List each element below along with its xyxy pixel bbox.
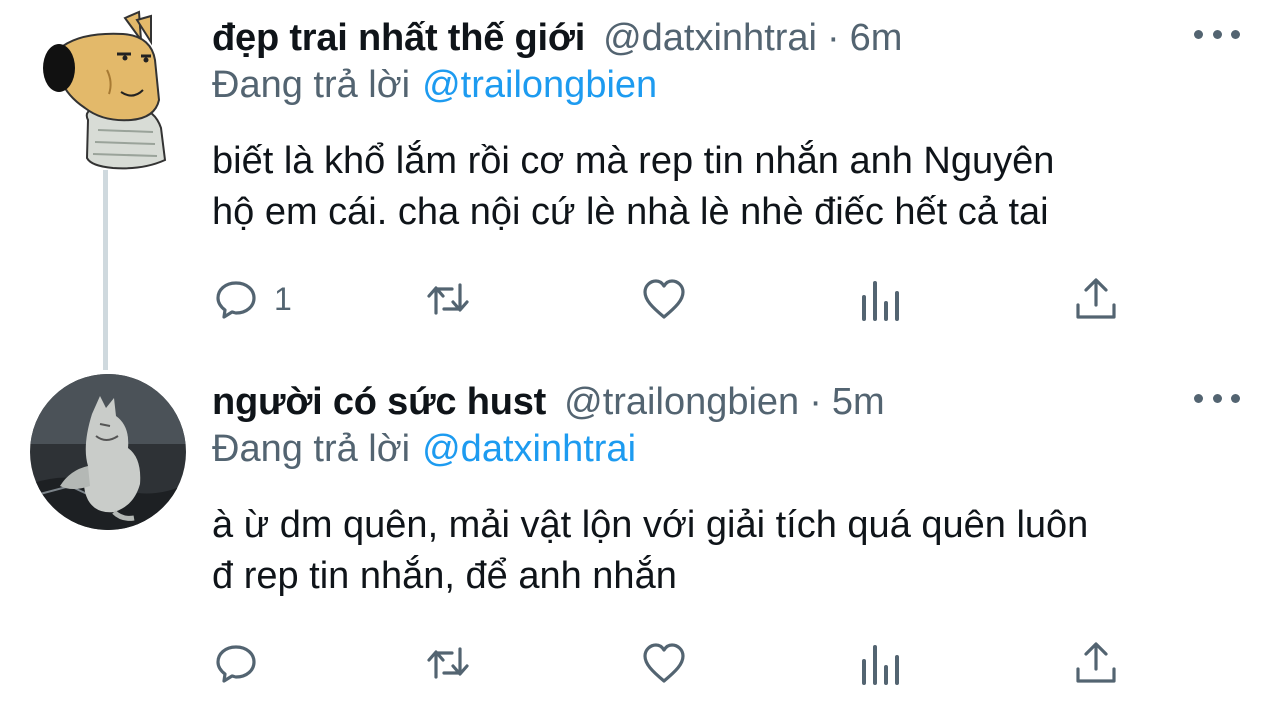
like-icon bbox=[643, 279, 685, 319]
action-bar bbox=[212, 634, 1132, 692]
more-icon[interactable] bbox=[1194, 22, 1240, 46]
tweet-text: biết là khổ lắm rồi cơ mà rep tin nhắn a… bbox=[212, 136, 1242, 238]
reply-icon bbox=[216, 645, 256, 683]
views-icon bbox=[862, 281, 899, 321]
avatar[interactable] bbox=[30, 374, 186, 530]
like-button[interactable] bbox=[640, 270, 688, 328]
replying-to: Đang trả lời @trailongbien bbox=[212, 64, 657, 107]
share-icon bbox=[1076, 278, 1116, 319]
retweet-icon bbox=[427, 647, 469, 679]
tweet-text-line: biết là khổ lắm rồi cơ mà rep tin nhắn a… bbox=[212, 140, 1055, 182]
tweet-header: đẹp trai nhất thế giới @datxinhtrai · 6m bbox=[212, 12, 902, 64]
user-handle[interactable]: @datxinhtrai bbox=[603, 17, 817, 60]
views-button[interactable] bbox=[856, 634, 904, 692]
mention-link[interactable]: @datxinhtrai bbox=[422, 428, 636, 470]
like-icon bbox=[643, 643, 685, 683]
avatar[interactable] bbox=[43, 10, 173, 170]
share-button[interactable] bbox=[1072, 270, 1120, 328]
cartoon-dog-avatar-icon bbox=[43, 10, 167, 170]
user-handle[interactable]: @trailongbien bbox=[564, 381, 799, 424]
retweet-icon bbox=[427, 283, 469, 315]
display-name[interactable]: đẹp trai nhất thế giới bbox=[212, 17, 585, 60]
reply-icon bbox=[216, 281, 256, 319]
tweet-header: người có sức hust @trailongbien · 5m bbox=[212, 376, 885, 428]
wolf-avatar-icon bbox=[30, 374, 186, 530]
reply-count: 1 bbox=[274, 280, 292, 317]
replying-prefix: Đang trả lời bbox=[212, 64, 411, 106]
retweet-button[interactable] bbox=[424, 634, 472, 692]
tweet[interactable]: đẹp trai nhất thế giới @datxinhtrai · 6m… bbox=[0, 0, 1284, 370]
separator: · bbox=[809, 380, 822, 423]
share-icon bbox=[1076, 642, 1116, 683]
share-button[interactable] bbox=[1072, 634, 1120, 692]
views-button[interactable] bbox=[856, 270, 904, 328]
display-name[interactable]: người có sức hust bbox=[212, 381, 546, 424]
tweet[interactable]: người có sức hust @trailongbien · 5m Đan… bbox=[0, 364, 1284, 704]
replying-to: Đang trả lời @datxinhtrai bbox=[212, 428, 636, 471]
tweet-text-line: đ rep tin nhắn, để anh nhắn bbox=[212, 555, 677, 597]
timestamp[interactable]: 5m bbox=[832, 381, 885, 424]
retweet-button[interactable] bbox=[424, 270, 472, 328]
mention-link[interactable]: @trailongbien bbox=[422, 64, 657, 106]
views-icon bbox=[862, 645, 899, 685]
more-icon[interactable] bbox=[1194, 386, 1240, 410]
action-bar: 1 bbox=[212, 270, 1132, 328]
reply-button[interactable]: 1 bbox=[212, 270, 292, 328]
thread-line bbox=[103, 170, 108, 370]
reply-button[interactable] bbox=[212, 634, 274, 692]
tweet-text-line: à ừ dm quên, mải vật lộn với giải tích q… bbox=[212, 504, 1089, 546]
tweet-text: à ừ dm quên, mải vật lộn với giải tích q… bbox=[212, 500, 1242, 602]
separator: · bbox=[826, 16, 840, 59]
tweet-text-line: hộ em cái. cha nội cứ lè nhà lè nhè điếc… bbox=[212, 191, 1049, 233]
replying-prefix: Đang trả lời bbox=[212, 428, 411, 470]
timestamp[interactable]: 6m bbox=[850, 17, 903, 60]
like-button[interactable] bbox=[640, 634, 688, 692]
